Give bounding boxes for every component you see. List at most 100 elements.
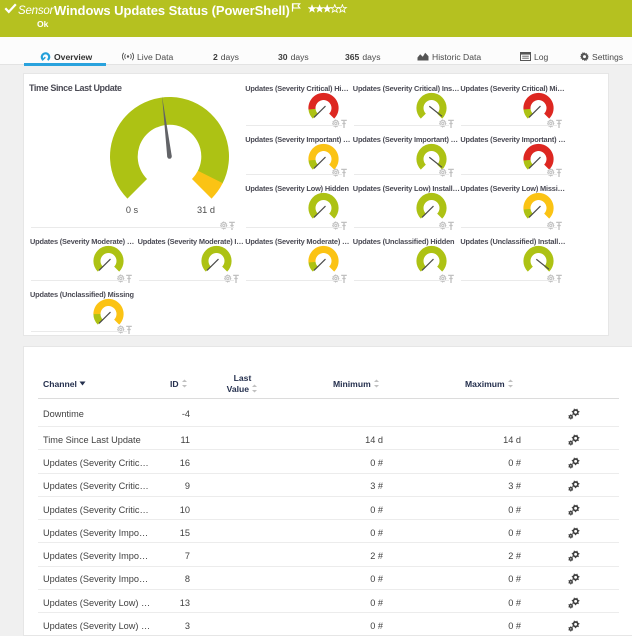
priority-stars[interactable]: [308, 1, 348, 19]
cell-maximum: 0 #: [461, 621, 521, 631]
object-kind-label: Sensor: [18, 5, 53, 17]
tab-live-data[interactable]: Live Data: [122, 50, 173, 63]
tile-icons-graphic: [222, 274, 242, 284]
gauges-card: Time Since Last Update0 s31 dUpdates (Se…: [23, 73, 609, 336]
cell-maximum: 0 #: [461, 598, 521, 608]
channel-settings-icon[interactable]: [567, 572, 581, 584]
channel-gauge: [307, 192, 340, 220]
tab-label: Live Data: [137, 52, 173, 62]
gauge-tile: Updates (Severity Low) Install…: [348, 175, 456, 228]
tile-separator: [139, 280, 235, 281]
log-icon-graphic: [520, 52, 531, 61]
sensor-status-label: Ok: [37, 19, 48, 29]
tile-separator: [31, 331, 127, 332]
sort-icon: [251, 384, 258, 393]
gears-icon: [567, 573, 581, 585]
channel-settings-icon[interactable]: [567, 526, 581, 538]
cell-channel[interactable]: Time Since Last Update: [43, 435, 141, 445]
cell-maximum: 0 #: [461, 458, 521, 468]
gauge-tile: Updates (Unclassified) Missing: [25, 281, 133, 332]
star-outline-icon: [338, 5, 346, 13]
tile-icons-graphic: [330, 274, 350, 284]
gauge-tile: Updates (Severity Critical) Ins…: [348, 75, 456, 126]
channel-settings-icon[interactable]: [567, 549, 581, 561]
channel-settings-icon[interactable]: [567, 596, 581, 608]
gauge-segment: [524, 109, 533, 119]
tab-days[interactable]: 365days: [345, 50, 381, 63]
channel-gauge: [415, 245, 448, 273]
cell-id: 15: [130, 528, 190, 538]
channel-settings-icon[interactable]: [567, 407, 581, 419]
col-header-minimum[interactable]: Minimum: [333, 379, 380, 389]
gauge-tile: Updates (Unclassified) Hidden: [348, 228, 456, 281]
gear-icon-graphic: [580, 52, 589, 61]
table-row: Updates (Severity Low) …30 #0 #: [24, 613, 632, 636]
gears-icon: [567, 620, 581, 632]
gauge-tile: Updates (Severity Low) Missi…: [455, 175, 563, 228]
gauge-segment: [524, 246, 554, 272]
log-icon: [520, 52, 531, 61]
live-icon: [122, 52, 134, 61]
channel-gauge: [522, 192, 555, 220]
sort-icon: [373, 379, 380, 388]
channel-gauge: [200, 245, 233, 273]
gauge-icon-graphic: [40, 52, 51, 62]
table-row: Updates (Severity Impo…72 #2 #: [24, 543, 632, 566]
col-header-channel[interactable]: Channel: [43, 379, 86, 389]
tab-days[interactable]: 2days: [213, 50, 239, 63]
gauge-tile: Updates (Severity Critical) Mi…: [455, 75, 563, 126]
tab-log[interactable]: Log: [520, 50, 548, 63]
col-header-id[interactable]: ID: [170, 379, 188, 389]
cell-maximum: 2 #: [461, 551, 521, 561]
channel-gauge: [92, 245, 125, 273]
gears-icon: [567, 480, 581, 492]
col-label: ID: [170, 379, 179, 389]
cell-id: 3: [130, 621, 190, 631]
gears-icon: [567, 434, 581, 446]
gauge-tile: Updates (Severity Moderate) …: [240, 228, 348, 281]
tab-days[interactable]: 30days: [278, 50, 309, 63]
gauge-segment: [93, 246, 123, 272]
cell-minimum: 2 #: [323, 551, 383, 561]
tab-label-bold: 365: [345, 52, 359, 62]
table-row: Updates (Severity Critic…93 #3 #: [24, 474, 632, 497]
cell-minimum: 0 #: [323, 528, 383, 538]
tab-label: Overview: [54, 52, 92, 62]
col-header-last-value[interactable]: LastValue: [220, 373, 265, 394]
gauge-segment: [93, 314, 102, 325]
star-filled-icon: [308, 4, 316, 13]
table-header-row: Channel ID LastValue Minimum Maximum: [24, 373, 632, 399]
cell-maximum: 0 #: [461, 505, 521, 515]
gears-icon: [567, 408, 581, 420]
tab-overview[interactable]: Overview: [40, 50, 92, 63]
title-bar: Sensor Windows Updates Status (PowerShel…: [0, 0, 632, 37]
channel-settings-icon[interactable]: [567, 433, 581, 445]
cell-id: 8: [130, 574, 190, 584]
tile-icons-graphic: [545, 274, 565, 284]
star-outline-icon: [331, 5, 339, 13]
table-row: Updates (Severity Low) …130 #0 #: [24, 590, 632, 613]
tab-settings[interactable]: Settings: [580, 50, 623, 63]
channel-settings-icon[interactable]: [567, 619, 581, 631]
gauge-icon: [40, 52, 51, 62]
flag-icon[interactable]: [291, 2, 302, 13]
live-icon-graphic: [122, 52, 134, 61]
col-label: Channel: [43, 379, 77, 389]
channel-settings-icon[interactable]: [567, 479, 581, 491]
tab-label: Historic Data: [432, 52, 481, 62]
channel-settings-icon[interactable]: [567, 456, 581, 468]
table-row: Updates (Severity Impo…150 #0 #: [24, 520, 632, 543]
cell-id: 11: [130, 435, 190, 445]
tile-pin-icon: [449, 275, 455, 283]
channel-gauge: [415, 192, 448, 220]
cell-maximum: 0 #: [461, 528, 521, 538]
page-title: Windows Updates Status (PowerShell): [54, 3, 290, 18]
tile-icons-graphic: [115, 325, 135, 335]
cell-channel[interactable]: Downtime: [43, 409, 84, 419]
col-header-maximum[interactable]: Maximum: [465, 379, 514, 389]
tile-pin-icon: [233, 275, 239, 283]
tab-historic-data[interactable]: Historic Data: [417, 50, 481, 63]
gauge-tile: Updates (Severity Critical) Hi…: [240, 75, 348, 126]
table-row: Updates (Severity Critic…100 #0 #: [24, 497, 632, 520]
channel-settings-icon[interactable]: [567, 503, 581, 515]
